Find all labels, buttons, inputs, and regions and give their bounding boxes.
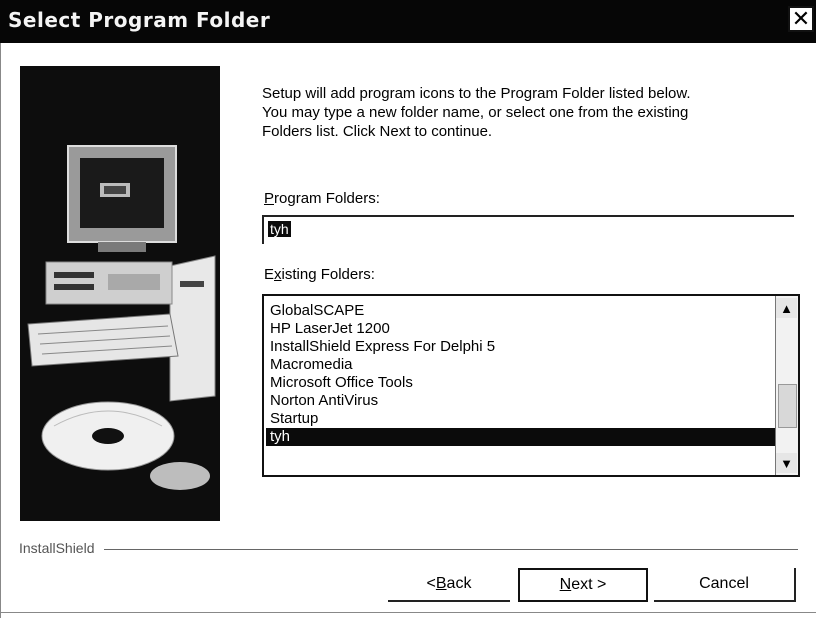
- list-scrollbar[interactable]: ▲ ▼: [775, 296, 798, 475]
- chevron-up-icon: ▲: [780, 300, 793, 316]
- setup-illustration: [20, 66, 220, 521]
- program-folder-value: tyh: [268, 221, 291, 237]
- window-title: Select Program Folder: [8, 8, 271, 32]
- next-button[interactable]: Next >: [518, 568, 648, 602]
- existing-folders-label-text: isting Folders:: [281, 266, 375, 283]
- folder-item[interactable]: Macromedia: [270, 356, 353, 374]
- existing-folders-mnemonic: x: [274, 266, 282, 283]
- scrollbar-thumb[interactable]: [778, 384, 797, 428]
- chevron-down-icon: ▼: [780, 455, 793, 471]
- folder-item[interactable]: Microsoft Office Tools: [270, 374, 413, 392]
- back-button-label: ack: [446, 575, 472, 592]
- existing-folders-label-start: E: [264, 266, 275, 283]
- window-frame-edge: [0, 43, 1, 618]
- instructions-text: Setup will add program icons to the Prog…: [262, 84, 792, 141]
- title-bar: Select Program Folder ✕: [0, 0, 816, 43]
- program-folders-mnemonic: P: [264, 190, 275, 207]
- computer-illustration-image: [20, 66, 220, 521]
- window-bottom-border: [0, 612, 816, 613]
- footer-separator: [104, 549, 798, 550]
- folder-item[interactable]: Norton AntiVirus: [270, 392, 378, 410]
- instructions-line: Setup will add program icons to the Prog…: [262, 85, 691, 102]
- folder-item[interactable]: GlobalSCAPE: [270, 302, 364, 320]
- folder-item[interactable]: InstallShield Express For Delphi 5: [270, 338, 495, 356]
- folder-item[interactable]: HP LaserJet 1200: [270, 320, 390, 338]
- program-folder-input[interactable]: tyh: [262, 215, 794, 244]
- back-button-mnemonic: B: [435, 575, 447, 592]
- scroll-down-button[interactable]: ▼: [776, 453, 797, 473]
- back-button[interactable]: < Back: [388, 568, 510, 602]
- existing-folders-label: Existing Folders:: [264, 266, 375, 283]
- next-button-label: ext >: [571, 576, 607, 593]
- cancel-button[interactable]: Cancel: [654, 568, 796, 602]
- instructions-line: You may type a new folder name, or selec…: [262, 104, 689, 121]
- folder-item-selected[interactable]: tyh: [266, 428, 776, 446]
- cancel-button-label: Cancel: [699, 575, 749, 592]
- instructions-line: Folders list. Click Next to continue.: [262, 123, 493, 140]
- existing-folders-list[interactable]: GlobalSCAPE HP LaserJet 1200 InstallShie…: [262, 294, 800, 477]
- back-button-prefix: <: [426, 575, 436, 592]
- folder-item[interactable]: Startup: [270, 410, 318, 428]
- close-icon: ✕: [791, 6, 811, 31]
- installshield-brand: InstallShield: [19, 540, 95, 556]
- program-folders-label: Program Folders:: [264, 190, 380, 207]
- program-folders-label-text: rogram Folders:: [274, 190, 380, 207]
- close-button[interactable]: ✕: [788, 6, 814, 32]
- scroll-up-button[interactable]: ▲: [776, 298, 797, 318]
- next-button-mnemonic: N: [559, 576, 572, 593]
